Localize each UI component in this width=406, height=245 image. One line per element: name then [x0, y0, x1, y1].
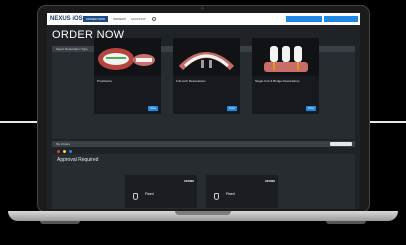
red-status-dot-icon: [57, 150, 60, 153]
search-icon[interactable]: [151, 17, 156, 21]
order-card[interactable]: #10000 Fixed: [206, 175, 278, 208]
order-card[interactable]: #10000 Fixed: [125, 175, 197, 208]
nav-item-account[interactable]: ACCOUNT: [131, 17, 146, 21]
blue-status-dot-icon: [69, 150, 72, 153]
status-filters: [56, 150, 74, 153]
tooth-icon: [133, 193, 138, 200]
single-unit-photo: [252, 38, 319, 76]
prosthetic-photo: [94, 38, 161, 76]
laptop-screen: NEXUS iOS ORDER NOW ORDERS ACCOUNT ORDER…: [47, 13, 360, 209]
service-card-full-arch[interactable]: Full-Arch Restorations Order: [173, 38, 240, 114]
service-card-prosthetics[interactable]: Prosthetics Order: [94, 38, 161, 114]
yellow-status-dot-icon: [63, 150, 66, 153]
card-title: Full-Arch Restorations: [176, 79, 206, 83]
order-button[interactable]: Order: [227, 106, 237, 111]
order-number: #10000: [264, 179, 275, 183]
order-type: Fixed: [226, 192, 235, 196]
nav-item-order-now[interactable]: ORDER NOW: [83, 16, 108, 22]
laptop-foot: [40, 221, 80, 224]
laptop-foot: [326, 221, 366, 224]
nav-button-secondary[interactable]: [324, 16, 358, 22]
full-arch-photo: [173, 38, 240, 76]
orders-bar-title: My Orders: [56, 142, 71, 146]
order-type: Fixed: [145, 192, 154, 196]
card-title: Single Unit & Bridge Restorations: [255, 79, 300, 83]
order-button[interactable]: Order: [306, 106, 316, 111]
camera: [201, 7, 204, 10]
orders-bar: My Orders: [52, 141, 355, 147]
order-button[interactable]: Order: [148, 106, 158, 111]
top-nav: NEXUS iOS ORDER NOW ORDERS ACCOUNT: [47, 13, 360, 25]
approval-heading: Approval Required: [57, 157, 99, 163]
tooth-icon: [214, 193, 219, 200]
brand-logo: NEXUS iOS: [50, 16, 83, 22]
card-title: Prosthetics: [97, 79, 112, 83]
sort-select[interactable]: [330, 142, 352, 146]
nav-button-primary[interactable]: [286, 16, 322, 22]
nav-item-orders[interactable]: ORDERS: [113, 17, 126, 21]
laptop-notch: [175, 211, 231, 215]
service-card-single-unit[interactable]: Single Unit & Bridge Restorations Order: [252, 38, 319, 114]
order-number: #10000: [183, 179, 194, 183]
